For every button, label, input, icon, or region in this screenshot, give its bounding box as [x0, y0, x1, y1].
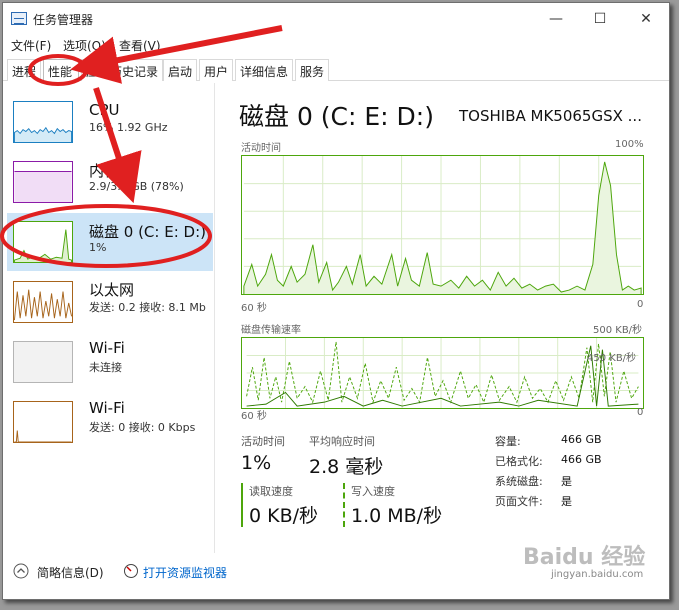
- sidebar-item-sub: 发送: 0.2 接收: 8.1 Mb: [89, 301, 206, 314]
- window-title: 任务管理器: [33, 13, 94, 27]
- tab-startup[interactable]: 启动: [163, 59, 197, 81]
- menu-view[interactable]: 查看(V): [119, 37, 161, 54]
- write-speed-value: 1.0 MB/秒: [351, 505, 443, 527]
- open-resource-monitor-link[interactable]: 打开资源监视器: [143, 564, 227, 581]
- sidebar-item-label: 以太网: [89, 281, 135, 299]
- page-file-label: 页面文件:: [495, 495, 543, 508]
- sidebar-item-sub: 2.9/3.7 GB (78%): [89, 180, 184, 193]
- sidebar-item-label: 内存: [89, 162, 120, 180]
- graph-max-label: 500 KB/秒: [593, 325, 643, 336]
- sidebar-item-sub: 16% 1.92 GHz: [89, 121, 168, 134]
- graph-time-label: 60 秒: [241, 411, 267, 422]
- sidebar-item-sub: 1%: [89, 241, 107, 254]
- resource-monitor-icon: [124, 564, 138, 578]
- tab-users[interactable]: 用户: [199, 59, 233, 81]
- wifi-graph-icon: [13, 341, 73, 383]
- disk-graph-icon: [13, 221, 73, 263]
- response-time-label: 平均响应时间: [309, 435, 375, 448]
- baidu-watermark: Baidu 经验: [523, 545, 646, 570]
- disk-title: 磁盘 0 (C: E: D:): [239, 102, 434, 131]
- tab-app-history[interactable]: 应用历史记录: [81, 59, 163, 81]
- maximize-button[interactable]: ☐: [577, 3, 623, 35]
- active-time-graph: [241, 155, 644, 295]
- graph-inner-label: 450 KB/秒: [587, 353, 637, 364]
- menu-file[interactable]: 文件(F): [11, 37, 51, 54]
- active-time-value: 1%: [241, 452, 272, 474]
- read-speed-label: 读取速度: [249, 485, 293, 498]
- chevron-up-icon[interactable]: [13, 563, 29, 579]
- disk-model: TOSHIBA MK5065GSX ...: [459, 107, 642, 125]
- sidebar-item-label: Wi-Fi: [89, 399, 125, 417]
- task-manager-window: 任务管理器 — ☐ ✕ 文件(F) 选项(O) 查看(V) 进程 性能 应用历史…: [2, 2, 670, 600]
- menu-options[interactable]: 选项(O): [63, 37, 106, 54]
- tab-performance[interactable]: 性能: [43, 59, 79, 81]
- tab-processes[interactable]: 进程: [7, 59, 41, 81]
- system-disk-label: 系统磁盘:: [495, 475, 543, 488]
- graph-time-label: 60 秒: [241, 303, 267, 314]
- write-speed-block: 写入速度 1.0 MB/秒: [343, 483, 463, 527]
- response-time-value: 2.8 毫秒: [309, 456, 384, 478]
- formatted-value: 466 GB: [561, 453, 602, 466]
- read-speed-value: 0 KB/秒: [249, 505, 319, 527]
- page-file-value: 是: [561, 495, 572, 508]
- sidebar-item-label: 磁盘 0 (C: E: D:): [89, 223, 206, 241]
- graph-label: 磁盘传输速率: [241, 325, 301, 336]
- capacity-label: 容量:: [495, 435, 521, 448]
- minimize-button[interactable]: —: [533, 3, 579, 35]
- system-disk-value: 是: [561, 475, 572, 488]
- graph-zero-label: 0: [637, 407, 644, 418]
- sidebar-item-label: CPU: [89, 101, 120, 119]
- read-speed-block: 读取速度 0 KB/秒: [241, 483, 341, 527]
- active-time-label: 活动时间: [241, 435, 285, 448]
- formatted-label: 已格式化:: [495, 455, 543, 468]
- memory-graph-icon: [13, 161, 73, 203]
- graph-zero-label: 0: [637, 299, 644, 310]
- graph-label: 活动时间: [241, 143, 281, 154]
- close-button[interactable]: ✕: [623, 3, 669, 35]
- write-speed-label: 写入速度: [351, 485, 395, 498]
- graph-max-label: 100%: [615, 139, 644, 150]
- wifi-graph-icon: [13, 401, 73, 443]
- baidu-watermark-url: jingyan.baidu.com: [551, 569, 644, 580]
- transfer-rate-graph: [241, 337, 644, 409]
- fewer-details-button[interactable]: 简略信息(D): [37, 564, 104, 581]
- capacity-value: 466 GB: [561, 433, 602, 446]
- sidebar-item-label: Wi-Fi: [89, 339, 125, 357]
- tab-services[interactable]: 服务: [295, 59, 329, 81]
- tab-details[interactable]: 详细信息: [235, 59, 293, 81]
- task-manager-icon: [11, 12, 27, 25]
- ethernet-graph-icon: [13, 281, 73, 323]
- sidebar-item-sub: 未连接: [89, 361, 122, 374]
- sidebar-item-sub: 发送: 0 接收: 0 Kbps: [89, 421, 196, 434]
- cpu-graph-icon: [13, 101, 73, 143]
